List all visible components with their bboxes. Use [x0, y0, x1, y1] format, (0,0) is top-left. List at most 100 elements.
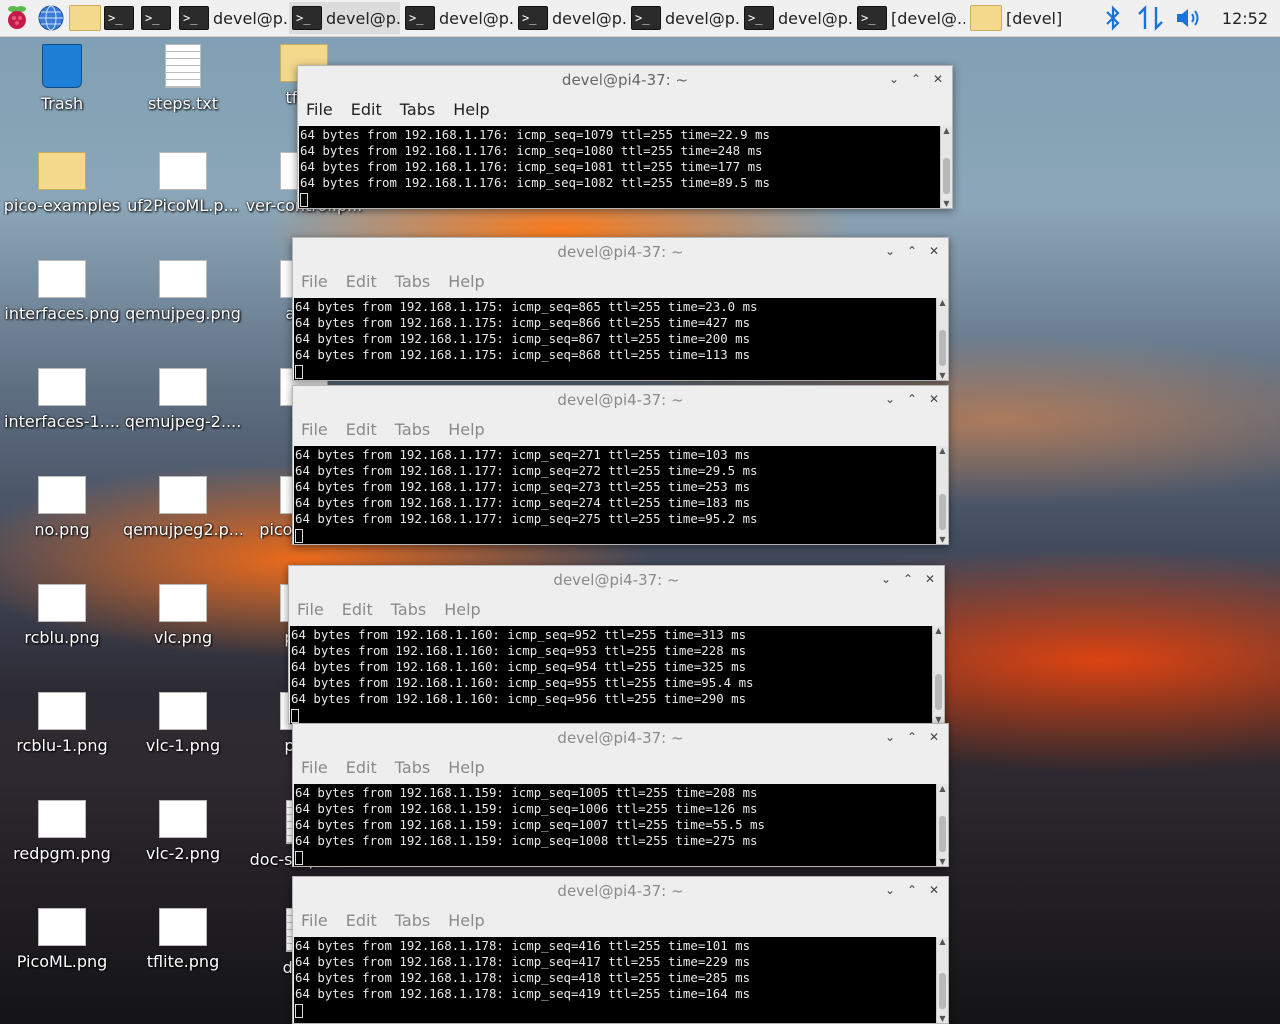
- scrollbar[interactable]: ▲ ▼: [936, 446, 948, 544]
- scrollbar[interactable]: ▲ ▼: [940, 126, 952, 208]
- menu-file[interactable]: File: [301, 758, 328, 777]
- close-button[interactable]: ✕: [926, 729, 942, 745]
- menu-edit[interactable]: Edit: [346, 911, 377, 930]
- window-titlebar[interactable]: devel@pi4-37: ~ ⌄ ⌃ ✕: [293, 386, 948, 414]
- desktop-icon[interactable]: vlc.png: [123, 584, 243, 647]
- maximize-button[interactable]: ⌃: [908, 71, 924, 87]
- close-button[interactable]: ✕: [930, 71, 946, 87]
- maximize-button[interactable]: ⌃: [900, 571, 916, 587]
- taskbar-window-button[interactable]: >_devel@p...: [402, 2, 513, 34]
- scroll-down-arrow-icon[interactable]: ▼: [937, 857, 948, 866]
- window-titlebar[interactable]: devel@pi4-37: ~ ⌄ ⌃ ✕: [293, 238, 948, 266]
- scroll-down-arrow-icon[interactable]: ▼: [937, 1014, 948, 1023]
- terminal-output[interactable]: 64 bytes from 192.168.1.175: icmp_seq=86…: [294, 298, 937, 380]
- taskbar-window-button[interactable]: [devel]: [967, 2, 1078, 34]
- scrollbar[interactable]: ▲ ▼: [932, 626, 944, 724]
- raspberry-menu-button[interactable]: [0, 1, 34, 35]
- desktop-icon[interactable]: vlc-1.png: [123, 692, 243, 755]
- minimize-button[interactable]: ⌄: [882, 243, 898, 259]
- desktop-icon[interactable]: Trash: [2, 44, 122, 113]
- menu-file[interactable]: File: [301, 911, 328, 930]
- terminal-output[interactable]: 64 bytes from 192.168.1.178: icmp_seq=41…: [294, 937, 937, 1023]
- menu-tabs[interactable]: Tabs: [400, 100, 435, 119]
- desktop-icon[interactable]: no.png: [2, 476, 122, 539]
- menu-file[interactable]: File: [306, 100, 333, 119]
- minimize-button[interactable]: ⌄: [882, 729, 898, 745]
- scroll-up-arrow-icon[interactable]: ▲: [933, 626, 944, 635]
- terminal-window[interactable]: devel@pi4-37: ~ ⌄ ⌃ ✕ File Edit Tabs Help 64 byt…: [297, 65, 953, 209]
- terminal-window[interactable]: devel@pi4-37: ~ ⌄ ⌃ ✕ File Edit Tabs Help 64 byt…: [292, 723, 949, 867]
- menu-edit[interactable]: Edit: [346, 758, 377, 777]
- maximize-button[interactable]: ⌃: [904, 243, 920, 259]
- menu-file[interactable]: File: [301, 272, 328, 291]
- scroll-thumb[interactable]: [939, 494, 946, 530]
- terminal-window[interactable]: devel@pi4-37: ~ ⌄ ⌃ ✕ File Edit Tabs Help 64 byt…: [292, 237, 949, 381]
- desktop-icon[interactable]: qemujpeg-2....: [123, 368, 243, 431]
- bluetooth-icon[interactable]: [1102, 5, 1124, 31]
- maximize-button[interactable]: ⌃: [904, 391, 920, 407]
- menu-edit[interactable]: Edit: [346, 420, 377, 439]
- scroll-thumb[interactable]: [939, 330, 946, 366]
- close-button[interactable]: ✕: [922, 571, 938, 587]
- taskbar-window-button[interactable]: >_devel@p...: [515, 2, 626, 34]
- menu-help[interactable]: Help: [448, 911, 484, 930]
- maximize-button[interactable]: ⌃: [904, 729, 920, 745]
- menu-help[interactable]: Help: [448, 758, 484, 777]
- scroll-thumb[interactable]: [943, 158, 950, 194]
- terminal-window[interactable]: devel@pi4-37: ~ ⌄ ⌃ ✕ File Edit Tabs Help 64 byt…: [292, 876, 949, 1024]
- minimize-button[interactable]: ⌄: [882, 391, 898, 407]
- minimize-button[interactable]: ⌄: [878, 571, 894, 587]
- scrollbar[interactable]: ▲ ▼: [936, 937, 948, 1023]
- terminal-output[interactable]: 64 bytes from 192.168.1.160: icmp_seq=95…: [290, 626, 933, 724]
- scroll-thumb[interactable]: [935, 674, 942, 710]
- desktop-icon[interactable]: tflite.png: [123, 908, 243, 971]
- taskbar-window-button[interactable]: >_devel@p...: [741, 2, 852, 34]
- menu-tabs[interactable]: Tabs: [391, 600, 426, 619]
- scrollbar[interactable]: ▲ ▼: [936, 784, 948, 866]
- desktop-icon[interactable]: qemujpeg2.p...: [123, 476, 243, 539]
- terminal-launcher-button[interactable]: >_: [102, 1, 136, 35]
- menu-edit[interactable]: Edit: [342, 600, 373, 619]
- menu-help[interactable]: Help: [448, 272, 484, 291]
- window-titlebar[interactable]: devel@pi4-37: ~ ⌄ ⌃ ✕: [293, 724, 948, 752]
- taskbar-window-button[interactable]: >_devel@p...: [289, 2, 400, 34]
- window-titlebar[interactable]: devel@pi4-37: ~ ⌄ ⌃ ✕: [298, 66, 952, 94]
- menu-tabs[interactable]: Tabs: [395, 272, 430, 291]
- minimize-button[interactable]: ⌄: [882, 882, 898, 898]
- menu-edit[interactable]: Edit: [351, 100, 382, 119]
- menu-tabs[interactable]: Tabs: [395, 758, 430, 777]
- menu-file[interactable]: File: [301, 420, 328, 439]
- taskbar-window-button[interactable]: >_: [138, 2, 174, 34]
- close-button[interactable]: ✕: [926, 243, 942, 259]
- file-manager-button[interactable]: [68, 1, 102, 35]
- menu-tabs[interactable]: Tabs: [395, 911, 430, 930]
- taskbar-window-button[interactable]: >_devel@p...: [628, 2, 739, 34]
- desktop-icon[interactable]: uf2PicoML.p...: [123, 152, 243, 215]
- volume-icon[interactable]: [1174, 5, 1204, 31]
- close-button[interactable]: ✕: [926, 391, 942, 407]
- clock[interactable]: 12:52: [1222, 9, 1268, 28]
- menu-tabs[interactable]: Tabs: [395, 420, 430, 439]
- desktop-icon[interactable]: steps.txt: [123, 44, 243, 113]
- desktop-icon[interactable]: interfaces-1....: [2, 368, 122, 431]
- minimize-button[interactable]: ⌄: [886, 71, 902, 87]
- web-browser-button[interactable]: [34, 1, 68, 35]
- desktop-icon[interactable]: rcblu.png: [2, 584, 122, 647]
- scroll-down-arrow-icon[interactable]: ▼: [937, 371, 948, 380]
- terminal-output[interactable]: 64 bytes from 192.168.1.176: icmp_seq=10…: [299, 126, 941, 208]
- scroll-thumb[interactable]: [939, 973, 946, 1009]
- window-titlebar[interactable]: devel@pi4-37: ~ ⌄ ⌃ ✕: [289, 566, 944, 594]
- window-titlebar[interactable]: devel@pi4-37: ~ ⌄ ⌃ ✕: [293, 877, 948, 905]
- scroll-down-arrow-icon[interactable]: ▼: [941, 199, 952, 208]
- scrollbar[interactable]: ▲ ▼: [936, 298, 948, 380]
- taskbar-window-button[interactable]: >_ [devel@...: [854, 2, 965, 34]
- terminal-output[interactable]: 64 bytes from 192.168.1.159: icmp_seq=10…: [294, 784, 937, 866]
- scroll-up-arrow-icon[interactable]: ▲: [937, 784, 948, 793]
- desktop-icon[interactable]: rcblu-1.png: [2, 692, 122, 755]
- scroll-up-arrow-icon[interactable]: ▲: [941, 126, 952, 135]
- scroll-down-arrow-icon[interactable]: ▼: [937, 535, 948, 544]
- desktop-icon[interactable]: interfaces.png: [2, 260, 122, 323]
- scroll-up-arrow-icon[interactable]: ▲: [937, 446, 948, 455]
- taskbar-window-button[interactable]: >_devel@p...: [176, 2, 287, 34]
- desktop-icon[interactable]: vlc-2.png: [123, 800, 243, 863]
